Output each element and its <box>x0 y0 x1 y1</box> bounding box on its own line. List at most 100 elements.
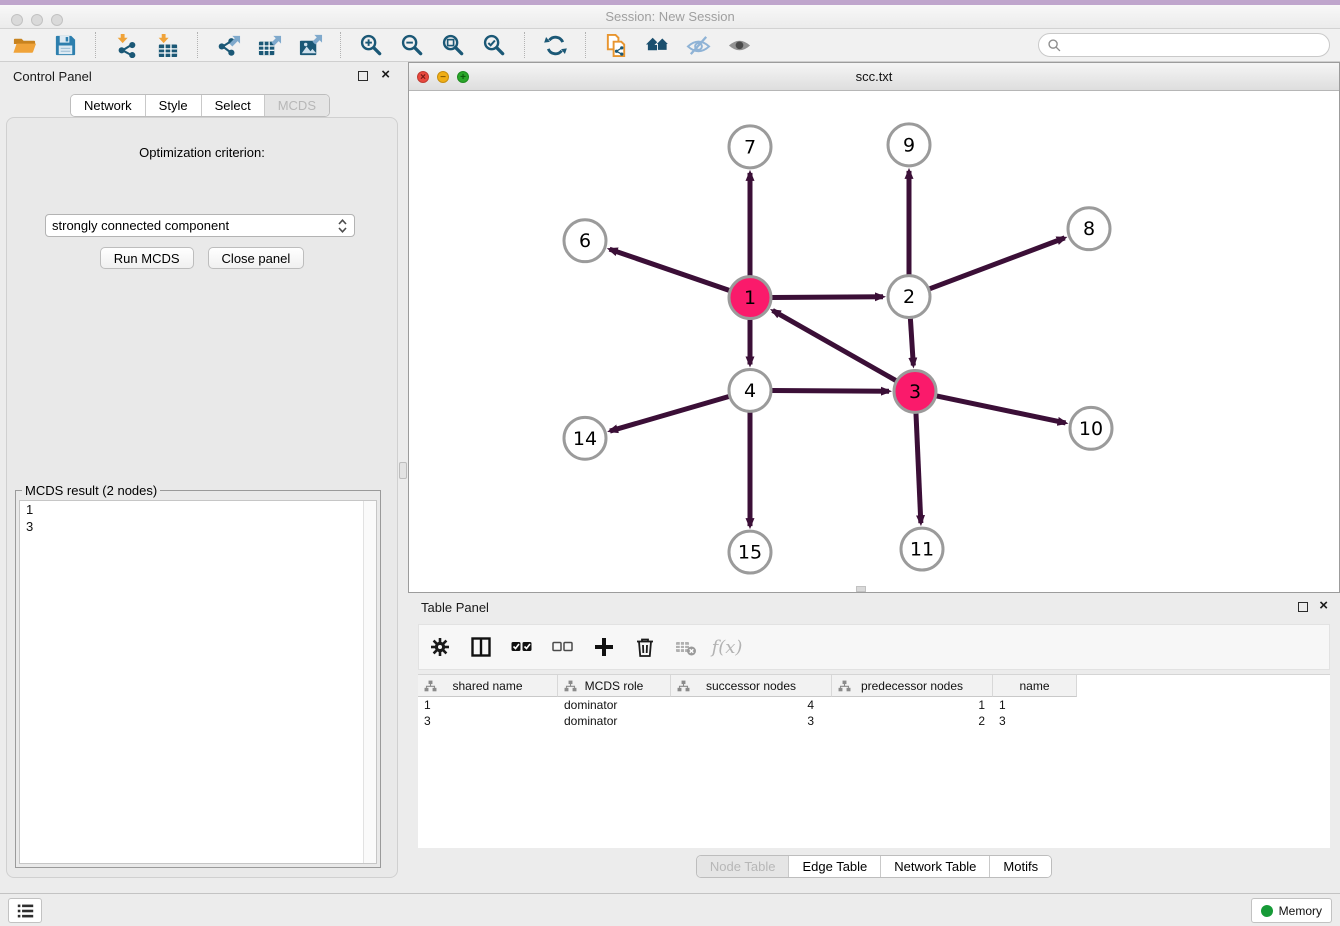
task-history-button[interactable] <box>8 898 42 923</box>
tab-select[interactable]: Select <box>202 95 265 116</box>
graph-node-4[interactable]: 4 <box>729 369 771 411</box>
tab-mcds[interactable]: MCDS <box>265 95 329 116</box>
graph-edge-3-11[interactable] <box>916 413 921 523</box>
mcds-result-area[interactable]: 13 <box>19 500 377 864</box>
select-all-columns-button[interactable] <box>509 635 535 659</box>
fit-content-button[interactable] <box>437 31 469 59</box>
graph-node-label: 14 <box>573 428 597 450</box>
zoom-fit-icon <box>441 33 466 58</box>
search-icon <box>1047 38 1062 53</box>
function-builder-button: f(x) <box>714 635 740 659</box>
graph-node-14[interactable]: 14 <box>564 417 606 459</box>
graph-edge-1-6[interactable] <box>610 249 730 290</box>
show-all-button[interactable] <box>723 31 755 59</box>
graph-node-3[interactable]: 3 <box>894 370 936 412</box>
cell: 4 <box>671 697 832 713</box>
create-column-button[interactable] <box>591 635 617 659</box>
column-header-name[interactable]: name <box>993 675 1077 697</box>
open-session-button[interactable] <box>8 31 40 59</box>
close-panel-icon[interactable]: × <box>381 65 390 85</box>
run-mcds-button[interactable]: Run MCDS <box>100 247 194 269</box>
table-settings-button[interactable] <box>427 635 453 659</box>
column-view-button[interactable] <box>468 635 494 659</box>
tab-style[interactable]: Style <box>146 95 202 116</box>
clone-icon <box>604 33 629 58</box>
graph-edge-3-10[interactable] <box>937 396 1066 423</box>
column-header-successor-nodes[interactable]: successor nodes <box>671 675 832 697</box>
cell: 3 <box>671 713 832 729</box>
graph-edge-4-3[interactable] <box>772 391 889 392</box>
graph-edge-2-3[interactable] <box>910 319 913 366</box>
float-panel-icon[interactable] <box>358 71 368 81</box>
cb-checked-icon <box>511 636 533 658</box>
control-panel: Control Panel × NetworkStyleSelectMCDS O… <box>0 62 408 893</box>
search-box[interactable] <box>1038 33 1330 57</box>
save-session-button[interactable] <box>49 31 81 59</box>
memory-button[interactable]: Memory <box>1251 898 1332 923</box>
table-row[interactable]: 1dominator411 <box>418 697 1330 713</box>
refresh-view-button[interactable] <box>539 31 571 59</box>
home-view-button[interactable] <box>641 31 673 59</box>
graph-canvas[interactable]: 7 9 6 8 1 2 4 3 14 10 15 11 <box>409 91 1339 592</box>
graph-node-11[interactable]: 11 <box>901 528 943 570</box>
graph-node-6[interactable]: 6 <box>564 220 606 262</box>
cell: 2 <box>832 713 993 729</box>
window-title: Session: New Session <box>0 9 1340 24</box>
list-icon <box>16 902 35 920</box>
table-tab-edge-table[interactable]: Edge Table <box>789 856 881 877</box>
import-table-button[interactable] <box>151 31 183 59</box>
export-image-button[interactable] <box>294 31 326 59</box>
graph-node-1[interactable]: 1 <box>729 277 771 319</box>
hide-selected-button[interactable] <box>682 31 714 59</box>
column-header-predecessor-nodes[interactable]: predecessor nodes <box>832 675 993 697</box>
cell: 1 <box>418 697 558 713</box>
trash-icon <box>634 636 656 658</box>
criterion-value: strongly connected component <box>52 218 337 233</box>
graph-node-9[interactable]: 9 <box>888 124 930 166</box>
memory-status-icon <box>1261 905 1273 917</box>
graph-node-8[interactable]: 8 <box>1068 208 1110 250</box>
toolbar-separator <box>340 32 341 58</box>
export-network-button[interactable] <box>212 31 244 59</box>
graph-node-15[interactable]: 15 <box>729 531 771 573</box>
graph-node-label: 3 <box>909 381 921 403</box>
search-input[interactable] <box>1067 38 1321 53</box>
graph-edge-4-14[interactable] <box>610 397 729 432</box>
graph-edge-3-1[interactable] <box>773 310 896 380</box>
export-network-icon <box>216 33 241 58</box>
graph-node-10[interactable]: 10 <box>1070 407 1112 449</box>
gear-icon <box>429 636 451 658</box>
canvas-resize-grip[interactable] <box>856 586 866 592</box>
import-network-button[interactable] <box>110 31 142 59</box>
zoom-selected-button[interactable] <box>478 31 510 59</box>
graph-edge-1-2[interactable] <box>772 297 883 298</box>
graph-node-2[interactable]: 2 <box>888 276 930 318</box>
table-tab-network-table[interactable]: Network Table <box>881 856 990 877</box>
zoom-in-button[interactable] <box>355 31 387 59</box>
column-header-shared-name[interactable]: shared name <box>418 675 558 697</box>
toolbar-separator <box>95 32 96 58</box>
close-table-panel-icon[interactable]: × <box>1319 596 1328 616</box>
network-window-titlebar[interactable]: × − + scc.txt <box>409 63 1339 91</box>
tab-network[interactable]: Network <box>71 95 146 116</box>
graph-node-7[interactable]: 7 <box>729 126 771 168</box>
table-row[interactable]: 3dominator323 <box>418 713 1330 729</box>
delete-column-button[interactable] <box>632 635 658 659</box>
panel-divider-grip[interactable] <box>399 462 407 479</box>
cell: 3 <box>418 713 558 729</box>
clone-network-button[interactable] <box>600 31 632 59</box>
close-panel-button[interactable]: Close panel <box>208 247 305 269</box>
result-scrollbar[interactable] <box>363 501 376 863</box>
table-tab-node-table[interactable]: Node Table <box>697 856 790 877</box>
graph-edge-2-8[interactable] <box>930 238 1065 289</box>
unselect-all-columns-button[interactable] <box>550 635 576 659</box>
control-panel-tabs: NetworkStyleSelectMCDS <box>0 94 400 117</box>
float-table-panel-icon[interactable] <box>1298 602 1308 612</box>
table-tab-motifs[interactable]: Motifs <box>990 856 1051 877</box>
column-header-mcds-role[interactable]: MCDS role <box>558 675 671 697</box>
zoom-out-button[interactable] <box>396 31 428 59</box>
export-table-button[interactable] <box>253 31 285 59</box>
node-table: shared nameMCDS rolesuccessor nodesprede… <box>418 674 1330 848</box>
memory-label: Memory <box>1279 904 1322 918</box>
criterion-select[interactable]: strongly connected component <box>45 214 355 237</box>
